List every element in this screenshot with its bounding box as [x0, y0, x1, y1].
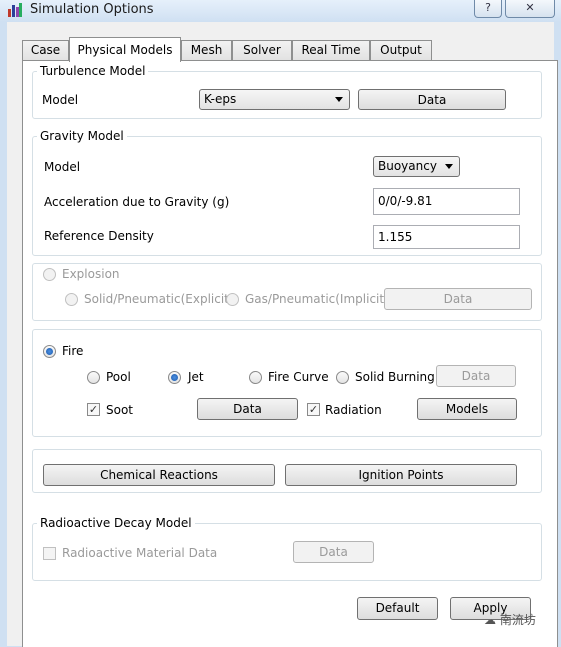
turbulence-data-button[interactable]: Data: [358, 89, 506, 110]
turbulence-group-label: Turbulence Model: [37, 64, 149, 78]
explosion-data-button[interactable]: Data: [384, 288, 532, 310]
acceleration-input[interactable]: 0/0/-9.81: [373, 188, 520, 215]
radiation-label: Radiation: [325, 403, 382, 417]
physical-models-panel: Turbulence Model Model K-eps Data Gravit…: [22, 60, 558, 647]
default-button[interactable]: Default: [357, 597, 438, 620]
solid-pneumatic-label: Solid/Pneumatic(Explicit): [84, 292, 234, 306]
explosion-radio[interactable]: [43, 268, 56, 281]
window-title: Simulation Options: [30, 2, 154, 17]
help-button[interactable]: ?: [474, 0, 502, 18]
turbulence-model-value: K-eps: [204, 92, 237, 106]
ignition-points-button[interactable]: Ignition Points: [285, 464, 517, 486]
watermark-text: 南流坊: [499, 613, 536, 627]
fire-label: Fire: [62, 344, 84, 358]
turbulence-model-select[interactable]: K-eps: [199, 89, 350, 110]
gravity-model-value: Buoyancy: [378, 159, 437, 173]
solid-burning-label: Solid Burning: [355, 370, 435, 384]
tab-mesh[interactable]: Mesh: [181, 40, 232, 61]
app-icon: [8, 3, 22, 17]
tab-physical-models[interactable]: Physical Models: [69, 37, 181, 62]
chemical-reactions-button[interactable]: Chemical Reactions: [43, 464, 275, 486]
fire-data-button[interactable]: Data: [436, 365, 516, 387]
watermark-icon: ☁: [484, 613, 496, 627]
radioactive-material-checkbox[interactable]: [43, 547, 56, 560]
fire-curve-label: Fire Curve: [268, 370, 329, 384]
pool-label: Pool: [106, 370, 131, 384]
gravity-model-select[interactable]: Buoyancy: [373, 156, 460, 177]
explosion-label: Explosion: [62, 267, 120, 281]
fire-curve-radio[interactable]: [249, 371, 262, 384]
watermark: ☁ 南流坊: [484, 611, 536, 628]
close-button[interactable]: ✕: [505, 0, 555, 18]
reference-density-label: Reference Density: [44, 229, 154, 243]
soot-checkbox[interactable]: ✓: [87, 403, 100, 416]
radiation-models-button[interactable]: Models: [417, 398, 517, 420]
soot-data-button[interactable]: Data: [197, 398, 298, 420]
turbulence-model-label: Model: [42, 93, 79, 107]
jet-radio[interactable]: [168, 371, 181, 384]
tab-case[interactable]: Case: [22, 40, 69, 61]
radioactive-group-label: Radioactive Decay Model: [37, 516, 195, 530]
gas-pneumatic-radio[interactable]: [226, 293, 239, 306]
solid-pneumatic-radio[interactable]: [65, 293, 78, 306]
chevron-down-icon: [445, 164, 453, 169]
pool-radio[interactable]: [87, 371, 100, 384]
soot-label: Soot: [106, 403, 134, 417]
gravity-group-label: Gravity Model: [37, 129, 127, 143]
fire-radio[interactable]: [43, 345, 56, 358]
tab-real-time[interactable]: Real Time: [292, 40, 370, 61]
gas-pneumatic-label: Gas/Pneumatic(Implicit): [245, 292, 389, 306]
gravity-model-label: Model: [44, 160, 81, 174]
acceleration-label: Acceleration due to Gravity (g): [44, 195, 230, 209]
radioactive-data-button[interactable]: Data: [293, 541, 374, 563]
jet-label: Jet: [188, 370, 204, 384]
reference-density-input[interactable]: 1.155: [373, 225, 520, 249]
radiation-checkbox[interactable]: ✓: [307, 403, 320, 416]
solid-burning-radio[interactable]: [336, 371, 349, 384]
chevron-down-icon: [335, 97, 343, 102]
tab-output[interactable]: Output: [370, 40, 432, 61]
radioactive-material-label: Radioactive Material Data: [62, 546, 218, 560]
tab-solver[interactable]: Solver: [232, 40, 292, 61]
